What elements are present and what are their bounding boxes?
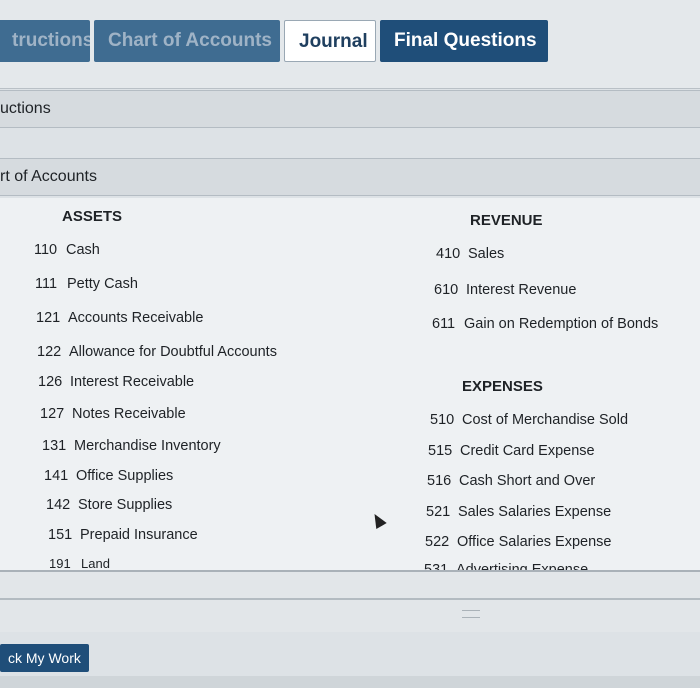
account-name: Cost of Merchandise Sold — [462, 412, 629, 428]
asset-row: 122 Allowance for Doubtful Accounts — [37, 344, 277, 360]
account-name: Cash Short and Over — [459, 473, 596, 489]
asset-row: 126 Interest Receivable — [38, 374, 194, 390]
asset-row: 110 Cash — [34, 242, 100, 258]
asset-row: 142 Store Supplies — [46, 497, 172, 513]
account-number: 127 — [40, 406, 65, 422]
check-my-work-button[interactable]: ck My Work — [0, 644, 89, 672]
expense-row: 521 Sales Salaries Expense — [426, 504, 611, 520]
expenses-heading: EXPENSES — [462, 378, 543, 395]
account-number: 510 — [430, 412, 455, 428]
account-number: 516 — [427, 473, 452, 489]
account-name: Prepaid Insurance — [80, 527, 198, 543]
panel-resize-area — [0, 570, 700, 632]
account-number: 515 — [428, 443, 453, 459]
tab-journal[interactable]: Journal — [284, 20, 376, 62]
assets-heading: ASSETS — [62, 208, 123, 225]
asset-row: 127 Notes Receivable — [40, 406, 186, 422]
account-name: Advertising Expense — [456, 562, 589, 570]
expense-row: 531 Advertising Expense — [424, 562, 588, 570]
account-name: Sales — [468, 246, 505, 262]
revenue-row: 611 Gain on Redemption of Bonds — [432, 316, 658, 332]
resize-grip-icon[interactable] — [462, 610, 480, 618]
account-name: Credit Card Expense — [460, 443, 595, 459]
asset-row: 141 Office Supplies — [44, 468, 173, 484]
tab-chart-of-accounts[interactable]: Chart of Accounts — [94, 20, 280, 62]
account-number: 191 — [49, 556, 71, 570]
asset-row: 151 Prepaid Insurance — [48, 527, 198, 543]
account-number: 121 — [36, 310, 61, 326]
asset-row: 191 Land — [49, 556, 110, 570]
account-name: Office Supplies — [76, 468, 174, 484]
mouse-pointer-icon — [369, 510, 387, 530]
account-number: 110 — [34, 242, 58, 258]
account-number: 111 — [35, 276, 58, 292]
revenue-row: 410 Sales — [436, 246, 504, 262]
chart-section-header[interactable]: rt of Accounts — [0, 158, 700, 196]
instructions-section-title: uctions — [0, 100, 51, 117]
account-name: Interest Revenue — [466, 282, 577, 298]
account-number: 126 — [38, 374, 63, 390]
revenue-heading: REVENUE — [470, 212, 543, 229]
chart-of-accounts-panel: ASSETS 110 Cash 111 Petty Cash 121 Accounts… — [0, 198, 700, 570]
chart-section-title: rt of Accounts — [0, 168, 97, 185]
bottom-strip — [0, 676, 700, 688]
expense-row: 515 Credit Card Expense — [428, 443, 595, 459]
account-number: 531 — [424, 562, 449, 570]
account-number: 142 — [46, 497, 71, 513]
expense-row: 510 Cost of Merchandise Sold — [430, 412, 628, 428]
account-name: Gain on Redemption of Bonds — [464, 316, 659, 332]
tab-final-questions[interactable]: Final Questions — [380, 20, 548, 62]
instructions-section-header[interactable]: uctions — [0, 90, 700, 128]
account-name: Office Salaries Expense — [457, 534, 612, 550]
account-name: Notes Receivable — [72, 406, 186, 422]
asset-row: 111 Petty Cash — [35, 276, 138, 292]
account-number: 522 — [425, 534, 450, 550]
account-name: Merchandise Inventory — [74, 438, 221, 454]
account-number: 141 — [44, 468, 69, 484]
divider — [0, 598, 700, 600]
expense-row: 516 Cash Short and Over — [427, 473, 595, 489]
tab-instructions[interactable]: tructions — [0, 20, 90, 62]
account-name: Petty Cash — [67, 276, 138, 292]
tab-bar: tructions Chart of Accounts Journal Fina… — [0, 0, 700, 89]
asset-row: 121 Accounts Receivable — [36, 310, 203, 326]
account-name: Interest Receivable — [70, 374, 195, 390]
account-name: Land — [81, 556, 110, 570]
account-name: Allowance for Doubtful Accounts — [69, 344, 277, 360]
account-number: 610 — [434, 282, 459, 298]
account-number: 131 — [42, 438, 67, 454]
account-name: Accounts Receivable — [68, 310, 204, 326]
account-number: 410 — [436, 246, 461, 262]
account-number: 122 — [37, 344, 62, 360]
revenue-row: 610 Interest Revenue — [434, 282, 576, 298]
account-name: Sales Salaries Expense — [458, 504, 612, 520]
account-name: Store Supplies — [78, 497, 173, 513]
expense-row: 522 Office Salaries Expense — [425, 534, 611, 550]
account-number: 611 — [432, 316, 456, 332]
account-name: Cash — [66, 242, 100, 258]
account-number: 521 — [426, 504, 451, 520]
asset-row: 131 Merchandise Inventory — [42, 438, 221, 454]
account-number: 151 — [48, 527, 73, 543]
